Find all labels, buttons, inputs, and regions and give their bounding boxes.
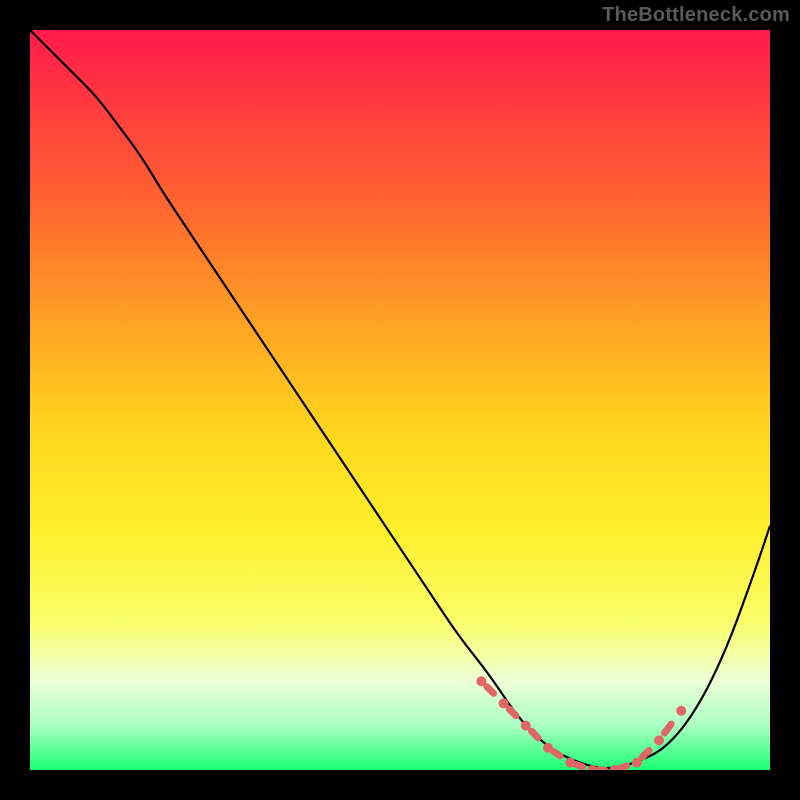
gradient-rect: [30, 30, 770, 770]
plot-area: [30, 30, 770, 770]
marker-segment: [487, 687, 494, 694]
chart-frame: TheBottleneck.com: [0, 0, 800, 800]
marker-dot: [565, 758, 575, 768]
marker-dot: [499, 698, 509, 708]
marker-segment: [620, 766, 627, 768]
marker-segment: [509, 709, 516, 716]
marker-dot: [654, 735, 664, 745]
watermark-text: TheBottleneck.com: [602, 4, 790, 27]
marker-dot: [476, 676, 486, 686]
marker-segment: [576, 765, 583, 767]
marker-segment: [642, 750, 649, 757]
chart-svg: [30, 30, 770, 770]
marker-segment: [554, 752, 561, 756]
marker-dot: [543, 743, 553, 753]
marker-dot: [632, 758, 642, 768]
marker-dot: [676, 706, 686, 716]
marker-dot: [521, 721, 531, 731]
marker-segment: [531, 731, 538, 738]
